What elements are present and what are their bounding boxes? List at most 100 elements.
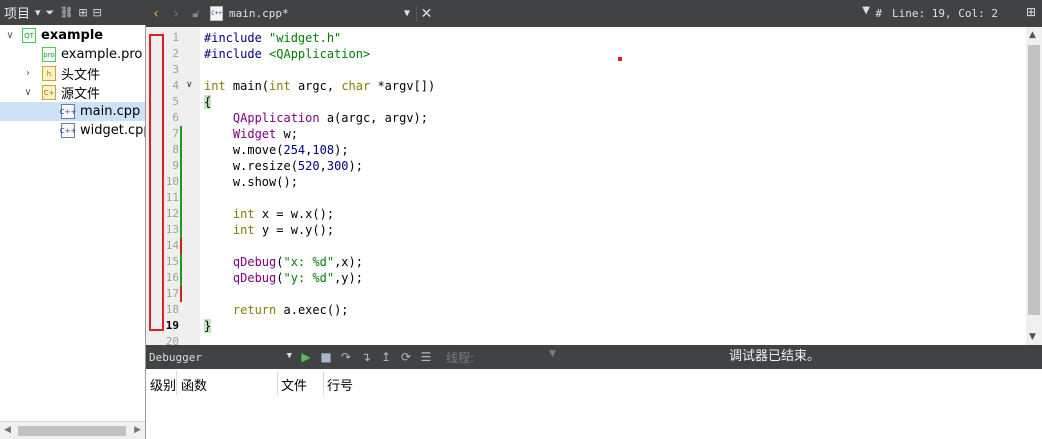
scrollbar-thumb[interactable]: [18, 426, 126, 436]
chevron-down-icon[interactable]: ▼: [404, 8, 410, 19]
code-line[interactable]: qDebug("x: %d",x);: [204, 254, 363, 270]
code-line[interactable]: return a.exec();: [204, 302, 349, 318]
code-line[interactable]: QApplication a(argc, argv);: [204, 110, 428, 126]
editor-toolbar: ‹ › 🔓︎ C++ main.cpp* ▼ ✕ ▼ # Line: 19, C…: [146, 0, 1042, 27]
continue-icon[interactable]: ▶: [296, 350, 316, 364]
scroll-right-icon[interactable]: ▶: [134, 425, 141, 435]
line-number[interactable]: 20: [146, 334, 179, 345]
view-dropdown-icon[interactable]: ▾: [35, 6, 41, 19]
column-header-level[interactable]: 级别: [150, 375, 176, 394]
code-line[interactable]: w.show();: [204, 174, 298, 190]
column-header-file[interactable]: 文件: [281, 375, 307, 394]
stop-icon[interactable]: ■: [316, 350, 336, 364]
column-header-line[interactable]: 行号: [327, 375, 353, 394]
tree-item-label: 源文件: [61, 87, 101, 102]
file-tab-label: main.cpp*: [229, 7, 289, 20]
back-arrow-icon[interactable]: ‹: [146, 6, 166, 22]
pro-file-icon: pro: [42, 47, 56, 62]
link-icon[interactable]: ⛓: [59, 6, 73, 19]
change-marker: [180, 286, 182, 302]
editor-vertical-scrollbar[interactable]: ▲ ▼: [1026, 27, 1042, 345]
tree-item-label: widget.cpp: [80, 123, 145, 138]
symbol-dropdown-icon[interactable]: ▼: [862, 5, 870, 16]
restart-icon[interactable]: ⟳: [396, 350, 416, 364]
cpp-file-icon: C++: [210, 6, 223, 21]
tree-item-project[interactable]: ∨ QT example: [0, 26, 145, 45]
lock-icon: 🔓︎: [192, 6, 200, 20]
source-folder-icon: C+: [42, 85, 56, 100]
thread-label: 线程:: [446, 350, 475, 365]
tree-item-label: example: [41, 28, 104, 43]
split-icon[interactable]: ⊞: [78, 6, 87, 19]
code-line[interactable]: }: [204, 318, 212, 334]
filter-icon[interactable]: ⏷: [46, 6, 55, 20]
chevron-down-icon[interactable]: ▼: [287, 351, 292, 361]
code-line[interactable]: w.move(254,108);: [204, 142, 349, 158]
debugger-toolbar: Debugger ▼ ▶ ■ ↷ ↴ ↥ ⟳ ☰ 线程: ▼ 调试器已结束。: [146, 345, 1042, 369]
code-line[interactable]: int main(int argc, char *argv[]): [204, 78, 435, 94]
code-editor[interactable]: 1 2 3 4 ∨ 5 6 7 8 9 10 11 12 13 14 15 16 17 18 19 20 #includ…: [146, 27, 1042, 345]
scrollbar-thumb[interactable]: [1028, 45, 1040, 315]
change-marker: [180, 206, 182, 222]
debugger-selector[interactable]: Debugger ▼: [146, 351, 296, 364]
cpp-file-icon: C++: [60, 123, 76, 138]
step-out-icon[interactable]: ↥: [376, 350, 396, 364]
code-line[interactable]: qDebug("y: %d",y);: [204, 270, 363, 286]
change-marker: [180, 174, 182, 190]
tree-item-sources[interactable]: ∨ C+ 源文件: [0, 83, 145, 102]
scroll-up-icon[interactable]: ▲: [1029, 30, 1036, 40]
project-tree: ∨ QT example pro example.pro › h 头文件 ∨ C…: [0, 25, 145, 421]
forward-arrow-icon[interactable]: ›: [166, 6, 186, 22]
thread-selector[interactable]: 线程: ▼: [446, 349, 556, 366]
operate-by-instruction-icon[interactable]: ☰: [416, 350, 436, 364]
red-marker: [618, 57, 622, 61]
code-line[interactable]: int x = w.x();: [204, 206, 334, 222]
code-line[interactable]: w.resize(520,300);: [204, 158, 363, 174]
code-line[interactable]: {: [204, 94, 212, 110]
project-horizontal-scrollbar[interactable]: ◀ ▶: [0, 421, 145, 439]
scroll-left-icon[interactable]: ◀: [4, 425, 11, 435]
close-file-icon[interactable]: ✕: [416, 5, 436, 22]
position-text: Line: 19, Col: 2: [892, 7, 998, 20]
header-folder-icon: h: [42, 66, 56, 81]
code-line[interactable]: #include "widget.h": [204, 30, 341, 46]
column-header-function[interactable]: 函数: [181, 375, 207, 394]
cpp-file-icon: C++: [60, 104, 76, 119]
tree-item-widget-cpp[interactable]: C++ widget.cpp: [0, 121, 145, 140]
change-marker: [180, 270, 182, 286]
chevron-down-icon[interactable]: ▼: [549, 349, 556, 359]
step-over-icon[interactable]: ↷: [336, 350, 356, 364]
expand-arrow-icon[interactable]: ∨: [4, 30, 16, 41]
change-marker: [180, 254, 182, 270]
tree-item-headers[interactable]: › h 头文件: [0, 64, 145, 83]
fold-arrow-icon[interactable]: ∨: [186, 80, 193, 90]
project-pane: 项目 ▾ ⏷ ⛓ ⊞ ⊟ ∨ QT example pro example.pr…: [0, 0, 146, 439]
code-line[interactable]: Widget w;: [204, 126, 298, 142]
tree-item-label: example.pro: [61, 47, 143, 62]
debugger-label: Debugger: [149, 350, 202, 364]
change-marker: [180, 190, 182, 206]
change-marker: [180, 126, 182, 142]
collapse-arrow-icon[interactable]: ›: [22, 68, 34, 79]
cursor-position-readout: # Line: 19, Col: 2: [875, 0, 998, 27]
close-pane-icon[interactable]: ⊟: [93, 6, 102, 19]
code-area[interactable]: #include "widget.h" #include <QApplicatio…: [204, 27, 1024, 345]
step-into-icon[interactable]: ↴: [356, 350, 376, 364]
code-line[interactable]: #include <QApplication>: [204, 46, 370, 62]
tree-item-pro-file[interactable]: pro example.pro: [0, 45, 145, 64]
hash-icon: #: [875, 7, 883, 20]
scroll-down-icon[interactable]: ▼: [1029, 332, 1036, 342]
expand-arrow-icon[interactable]: ∨: [22, 87, 34, 98]
split-editor-icon[interactable]: ⊞: [1026, 5, 1036, 19]
project-toolbar: 项目 ▾ ⏷ ⛓ ⊞ ⊟: [0, 0, 146, 25]
change-marker: [180, 238, 182, 254]
debugger-status: 调试器已结束。: [729, 349, 821, 364]
tree-item-label: 头文件: [61, 68, 101, 83]
change-marker: [180, 142, 182, 158]
change-marker: [180, 222, 182, 238]
open-file-selector[interactable]: C++ main.cpp* ▼: [206, 0, 416, 27]
tree-item-main-cpp[interactable]: C++ main.cpp: [0, 102, 145, 121]
code-line[interactable]: int y = w.y();: [204, 222, 334, 238]
project-pane-title: 项目: [4, 7, 31, 22]
stack-view: 级别 函数 文件 行号: [146, 369, 1042, 439]
